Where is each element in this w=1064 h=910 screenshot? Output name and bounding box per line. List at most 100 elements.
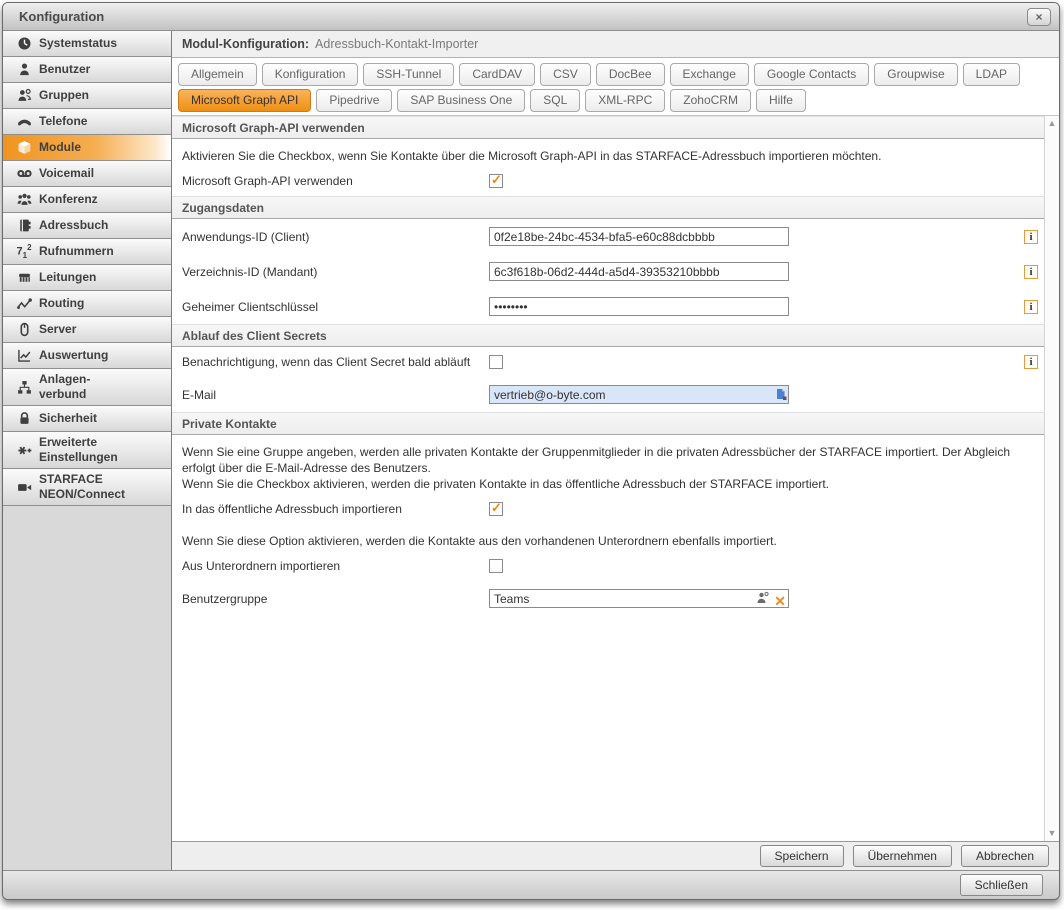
group-picker-icon[interactable]: [756, 591, 770, 610]
network-icon: [9, 380, 39, 395]
tab-google-contacts[interactable]: Google Contacts: [754, 63, 869, 86]
window-title: Konfiguration: [11, 9, 104, 24]
gear-plus-icon: [9, 443, 39, 458]
module-config-header: Modul-Konfiguration: Adressbuch-Kontakt-…: [172, 31, 1059, 58]
sidebar-item-adressbuch[interactable]: Adressbuch: [3, 213, 171, 239]
subfolder-import-checkbox[interactable]: [489, 559, 503, 573]
tab-konfiguration[interactable]: Konfiguration: [262, 63, 359, 86]
sidebar-item-voicemail[interactable]: Voicemail: [3, 161, 171, 187]
conference-icon: [9, 192, 39, 207]
routing-icon: [9, 296, 39, 311]
sidebar-item-benutzer[interactable]: Benutzer: [3, 57, 171, 83]
application-id-field[interactable]: [489, 227, 789, 246]
tab-row-1: AllgemeinKonfigurationSSH-TunnelCardDAVC…: [178, 63, 1053, 86]
cancel-button[interactable]: Abbrechen: [961, 845, 1049, 867]
sidebar-item-routing[interactable]: Routing: [3, 291, 171, 317]
sidebar-item-konferenz[interactable]: Konferenz: [3, 187, 171, 213]
sidebar-item-gruppen[interactable]: Gruppen: [3, 83, 171, 109]
sidebar-item-systemstatus[interactable]: Systemstatus: [3, 31, 171, 57]
tab-ssh-tunnel[interactable]: SSH-Tunnel: [363, 63, 454, 86]
sidebar-item-label: Auswertung: [39, 348, 108, 363]
address-lookup-icon[interactable]: [775, 388, 787, 406]
phone-icon: [9, 114, 39, 129]
cube-icon: [9, 140, 39, 155]
section-header-secret-expiry: Ablauf des Client Secrets: [172, 324, 1044, 347]
camera-icon: [9, 480, 39, 495]
tab-docbee[interactable]: DocBee: [596, 63, 665, 86]
directory-id-field[interactable]: [489, 262, 789, 281]
content-scrollbar[interactable]: ▲ ▼: [1044, 116, 1059, 841]
tab-pipedrive[interactable]: Pipedrive: [316, 89, 392, 112]
info-icon[interactable]: i: [1024, 265, 1038, 279]
client-secret-field[interactable]: [489, 297, 789, 316]
sidebar-item-auswertung[interactable]: Auswertung: [3, 343, 171, 369]
tab-xml-rpc[interactable]: XML-RPC: [585, 89, 665, 112]
sidebar-item-leitungen[interactable]: Leitungen: [3, 265, 171, 291]
window-footer: Schließen: [3, 870, 1059, 899]
subfolder-note: Wenn Sie diese Option aktivieren, werden…: [172, 524, 1044, 551]
sidebar-item-telefone[interactable]: Telefone: [3, 109, 171, 135]
tab-sql[interactable]: SQL: [530, 89, 580, 112]
sidebar: SystemstatusBenutzerGruppen Telefone Modul…: [3, 31, 172, 870]
tab-groupwise[interactable]: Groupwise: [874, 63, 957, 86]
sidebar-item-server[interactable]: Server: [3, 317, 171, 343]
scroll-down-icon[interactable]: ▼: [1048, 829, 1057, 838]
sidebar-item-anlagen-verbund[interactable]: Anlagen- verbund: [3, 369, 171, 406]
application-id-label: Anwendungs-ID (Client): [182, 230, 489, 244]
addressbook-icon: [9, 218, 39, 233]
notify-expiry-checkbox[interactable]: [489, 355, 503, 369]
sidebar-item-label: Routing: [39, 296, 84, 311]
users-icon: [9, 88, 39, 103]
section-header-private-contacts: Private Kontakte: [172, 412, 1044, 435]
sidebar-item-label: Leitungen: [39, 270, 96, 285]
sidebar-item-module[interactable]: Module: [3, 135, 171, 161]
sidebar-item-label: Konferenz: [39, 192, 98, 207]
email-field[interactable]: [489, 385, 789, 404]
info-icon[interactable]: i: [1024, 300, 1038, 314]
tab-carddav[interactable]: CardDAV: [459, 63, 535, 86]
close-window-button[interactable]: Schließen: [960, 874, 1043, 896]
tab-ldap[interactable]: LDAP: [963, 63, 1020, 86]
module-config-title: Modul-Konfiguration:: [182, 37, 309, 51]
sidebar-item-rufnummern[interactable]: 712Rufnummern: [3, 239, 171, 265]
configuration-window: Konfiguration × SystemstatusBenutzerGrup…: [2, 2, 1060, 900]
user-group-label: Benutzergruppe: [182, 592, 489, 606]
info-icon[interactable]: i: [1024, 230, 1038, 244]
tabs-area: AllgemeinKonfigurationSSH-TunnelCardDAVC…: [172, 58, 1059, 116]
apply-button[interactable]: Übernehmen: [853, 845, 952, 867]
sidebar-item-erweiterte-einstellungen[interactable]: Erweiterte Einstellungen: [3, 432, 171, 469]
tab-zohocrm[interactable]: ZohoCRM: [670, 89, 751, 112]
voicemail-icon: [9, 166, 39, 181]
sidebar-item-label: Telefone: [39, 114, 87, 129]
sidebar-item-label: Module: [39, 140, 81, 155]
sidebar-item-label: Sicherheit: [39, 411, 97, 426]
sidebar-empty-area: [3, 506, 171, 870]
tab-microsoft-graph-api[interactable]: Microsoft Graph API: [178, 89, 311, 112]
sidebar-item-label: Rufnummern: [39, 244, 114, 259]
sidebar-item-label: Server: [39, 322, 76, 337]
sidebar-item-starface-neon-connect[interactable]: STARFACE NEON/Connect: [3, 469, 171, 506]
use-graph-api-checkbox[interactable]: [489, 174, 503, 188]
sidebar-item-sicherheit[interactable]: Sicherheit: [3, 406, 171, 432]
tab-sap-business-one[interactable]: SAP Business One: [397, 89, 525, 112]
info-icon[interactable]: i: [1024, 355, 1038, 369]
directory-id-label: Verzeichnis-ID (Mandant): [182, 265, 489, 279]
tab-row-2: Microsoft Graph APIPipedriveSAP Business…: [178, 89, 1053, 112]
main-panel: Modul-Konfiguration: Adressbuch-Kontakt-…: [172, 31, 1059, 870]
tab-csv[interactable]: CSV: [540, 63, 591, 86]
section-header-use-graph-api: Microsoft Graph-API verwenden: [172, 116, 1044, 139]
public-import-checkbox[interactable]: [489, 502, 503, 516]
tab-allgemein[interactable]: Allgemein: [178, 63, 257, 86]
tab-exchange[interactable]: Exchange: [670, 63, 749, 86]
scroll-up-icon[interactable]: ▲: [1048, 119, 1057, 128]
notify-expiry-label: Benachrichtigung, wenn das Client Secret…: [182, 355, 489, 369]
numbers-icon: 712: [9, 244, 39, 260]
clock-icon: [9, 36, 39, 51]
close-icon[interactable]: ×: [1027, 8, 1051, 26]
clear-group-icon[interactable]: ✕: [774, 594, 786, 608]
use-graph-api-description: Aktivieren Sie die Checkbox, wenn Sie Ko…: [172, 139, 1044, 166]
save-button[interactable]: Speichern: [760, 845, 844, 867]
tab-hilfe[interactable]: Hilfe: [756, 89, 806, 112]
use-graph-api-label: Microsoft Graph-API verwenden: [182, 174, 489, 188]
user-group-field[interactable]: [489, 589, 789, 608]
